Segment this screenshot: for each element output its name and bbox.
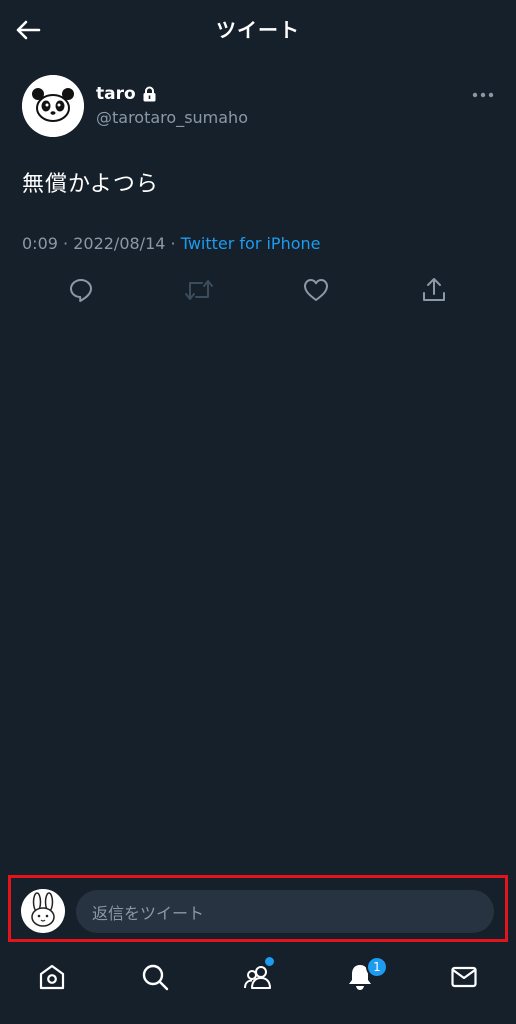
reply-icon (70, 279, 92, 302)
search-icon (142, 964, 169, 991)
tweet-text: 無償かよつら (22, 172, 159, 197)
user-handle: @tarotaro_sumaho (96, 108, 248, 127)
messages-icon (451, 966, 477, 988)
meta-separator: · (165, 234, 181, 253)
panda-avatar-icon (22, 75, 84, 137)
lock-icon (143, 86, 156, 102)
home-icon (39, 964, 65, 990)
reply-input[interactable]: 返信をツイート (76, 890, 494, 933)
page-title: ツイート (216, 18, 300, 42)
retweet-button[interactable] (181, 272, 217, 308)
user-display-name: taro (96, 84, 136, 104)
tweet-meta: 0:09 · 2022/08/14 · Twitter for iPhone (22, 234, 321, 253)
my-avatar[interactable] (21, 889, 65, 933)
meta-separator: · (57, 234, 74, 253)
share-button[interactable] (416, 272, 452, 308)
tweet-date: 2022/08/14 (73, 234, 166, 253)
like-icon (304, 279, 328, 301)
nav-home[interactable] (32, 957, 72, 997)
reply-button[interactable] (63, 272, 99, 308)
user-name[interactable]: taro (96, 84, 157, 104)
retweet-icon (185, 280, 213, 300)
tweet-source-link[interactable]: Twitter for iPhone (181, 234, 321, 253)
rabbit-avatar-icon (21, 889, 65, 933)
notification-badge: 1 (366, 956, 388, 978)
communities-dot (264, 956, 275, 967)
more-icon (472, 92, 494, 98)
more-options-button[interactable] (470, 84, 496, 106)
nav-messages[interactable] (444, 957, 484, 997)
share-icon (423, 278, 445, 301)
like-button[interactable] (298, 272, 334, 308)
tweet-time: 0:09 (22, 234, 58, 253)
nav-search[interactable] (135, 957, 175, 997)
top-bar: ツイート (0, 0, 516, 58)
avatar[interactable] (22, 75, 84, 137)
